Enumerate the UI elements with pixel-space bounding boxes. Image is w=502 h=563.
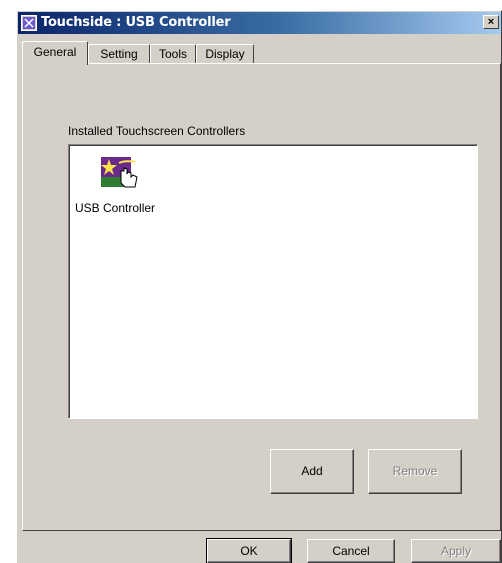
window-title: Touchside : USB Controller [41, 15, 231, 30]
general-tab-panel: Installed Touchscreen Controllers USB Co… [22, 63, 501, 531]
app-icon [21, 15, 37, 31]
controllers-list-label: Installed Touchscreen Controllers [68, 124, 246, 138]
close-button[interactable]: × [483, 15, 499, 29]
tab-setting[interactable]: Setting [88, 44, 150, 63]
apply-button[interactable]: Apply [411, 539, 501, 563]
add-button[interactable]: Add [270, 449, 354, 494]
remove-button[interactable]: Remove [368, 449, 462, 494]
list-item-label: USB Controller [75, 201, 156, 215]
tab-display[interactable]: Display [196, 44, 254, 63]
tab-general[interactable]: General [22, 41, 88, 65]
list-item[interactable]: USB Controller [73, 149, 156, 219]
tab-tools[interactable]: Tools [150, 44, 196, 63]
ok-button[interactable]: OK [206, 538, 292, 563]
controllers-listbox[interactable]: USB Controller [68, 144, 478, 419]
usb-controller-icon [101, 157, 138, 188]
title-bar[interactable]: Touchside : USB Controller × [18, 12, 501, 34]
cancel-button[interactable]: Cancel [307, 539, 395, 563]
dialog-window: Touchside : USB Controller × General Set… [16, 10, 502, 563]
